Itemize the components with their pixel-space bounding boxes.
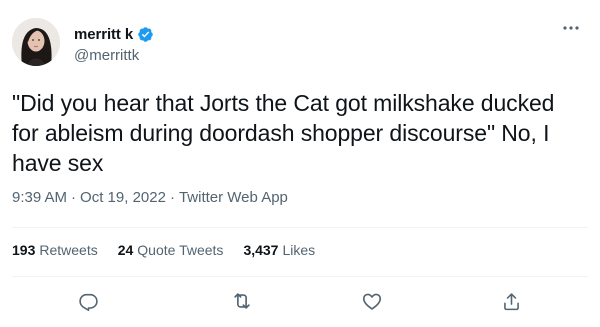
divider: [12, 227, 588, 228]
tweet-text: "Did you hear that Jorts the Cat got mil…: [12, 90, 561, 176]
tweet-source[interactable]: Twitter Web App: [179, 189, 288, 206]
user-handle[interactable]: @merrittk: [74, 47, 154, 64]
tweet-header: merritt k @merrittk: [12, 18, 588, 70]
quote-tweets-stat[interactable]: 24 Quote Tweets: [118, 242, 224, 258]
tweet-stats: 193 Retweets 24 Quote Tweets 3,437 Likes: [12, 242, 315, 258]
tweet-card: merritt k @merrittk "Did you hear that J…: [0, 0, 600, 327]
share-button[interactable]: [494, 284, 528, 318]
reply-button[interactable]: [71, 284, 105, 318]
tweet-date[interactable]: Oct 19, 2022: [80, 189, 166, 206]
user-names: merritt k @merrittk: [74, 24, 154, 64]
verified-badge-icon: [137, 26, 154, 43]
retweets-label: Retweets: [39, 242, 98, 258]
likes-count: 3,437: [243, 242, 279, 258]
tweet-time[interactable]: 9:39 AM: [12, 189, 67, 206]
divider: [12, 276, 588, 277]
meta-separator: ·: [169, 189, 175, 206]
tweet-meta: 9:39 AM · Oct 19, 2022 · Twitter Web App: [12, 189, 288, 206]
display-name[interactable]: merritt k: [74, 26, 133, 43]
tweet-actions: [0, 284, 600, 318]
avatar[interactable]: [12, 18, 60, 66]
likes-stat[interactable]: 3,437 Likes: [243, 242, 315, 258]
likes-label: Likes: [282, 242, 316, 258]
retweet-button[interactable]: [225, 284, 259, 318]
quote-tweets-label: Quote Tweets: [137, 242, 224, 258]
quote-tweets-count: 24: [117, 242, 134, 258]
reply-icon: [78, 293, 98, 311]
share-icon: [503, 292, 519, 310]
like-button[interactable]: [355, 284, 389, 318]
more-button[interactable]: [558, 18, 584, 38]
display-name-row: merritt k: [74, 24, 154, 44]
retweets-stat[interactable]: 193 Retweets: [12, 242, 98, 258]
heart-icon: [362, 293, 382, 310]
retweets-count: 193: [12, 242, 36, 258]
retweet-icon: [234, 293, 250, 309]
meta-separator: ·: [71, 189, 77, 206]
more-horizontal-icon: [563, 26, 579, 30]
